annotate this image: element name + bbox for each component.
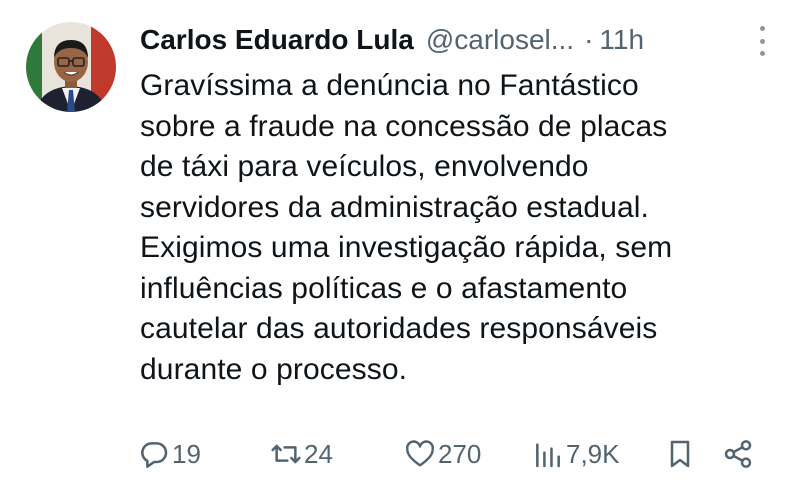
tweet-actions: 19 24 270 7,9K bbox=[138, 432, 768, 476]
tweet-timestamp[interactable]: 11h bbox=[599, 24, 644, 56]
tweet-header: Carlos Eduardo Lula @carlosel... · 11h bbox=[140, 20, 770, 60]
repost-icon bbox=[271, 444, 301, 464]
tweet-text-line: Gravíssima a denúncia no Fantástico bbox=[140, 69, 639, 102]
reply-button[interactable]: 19 bbox=[138, 432, 201, 476]
reply-icon bbox=[141, 442, 168, 468]
tweet-text-line: durante o processo. bbox=[140, 352, 408, 386]
author-handle[interactable]: @carlosel... bbox=[426, 24, 574, 56]
heart-icon bbox=[405, 440, 435, 467]
avatar[interactable] bbox=[26, 22, 116, 112]
tweet-text: Gravíssima a denúncia no Fantástico sobr… bbox=[140, 66, 770, 390]
avatar-photo bbox=[36, 40, 106, 112]
like-button[interactable]: 270 bbox=[404, 432, 481, 476]
more-vertical-icon[interactable] bbox=[752, 26, 772, 56]
views-icon bbox=[536, 443, 560, 468]
tweet-text-line: de táxi para veículos, envolvendo bbox=[140, 150, 589, 183]
views-count: 7,9K bbox=[566, 438, 620, 469]
bookmark-icon bbox=[670, 440, 690, 468]
share-icon bbox=[724, 440, 752, 468]
like-count: 270 bbox=[438, 438, 482, 469]
tweet-text-line: sobre a fraude na concessão de placas bbox=[140, 109, 668, 143]
tweet-text-line: servidores da administração estadual. bbox=[140, 190, 649, 224]
repost-count: 24 bbox=[304, 438, 333, 469]
tweet-text-line: cautelar das autoridades responsáveis bbox=[140, 312, 658, 345]
bookmark-button[interactable] bbox=[664, 432, 696, 476]
separator-dot: · bbox=[584, 24, 594, 55]
tweet-text-line: influências políticas e o afastamento bbox=[140, 271, 628, 305]
author-name[interactable]: Carlos Eduardo Lula bbox=[140, 24, 414, 56]
tweet-text-line: Exigimos uma investigação rápida, sem bbox=[140, 231, 673, 264]
repost-button[interactable]: 24 bbox=[270, 432, 333, 476]
share-button[interactable] bbox=[722, 432, 754, 476]
reply-count: 19 bbox=[172, 438, 201, 469]
views-button[interactable]: 7,9K bbox=[532, 432, 620, 476]
